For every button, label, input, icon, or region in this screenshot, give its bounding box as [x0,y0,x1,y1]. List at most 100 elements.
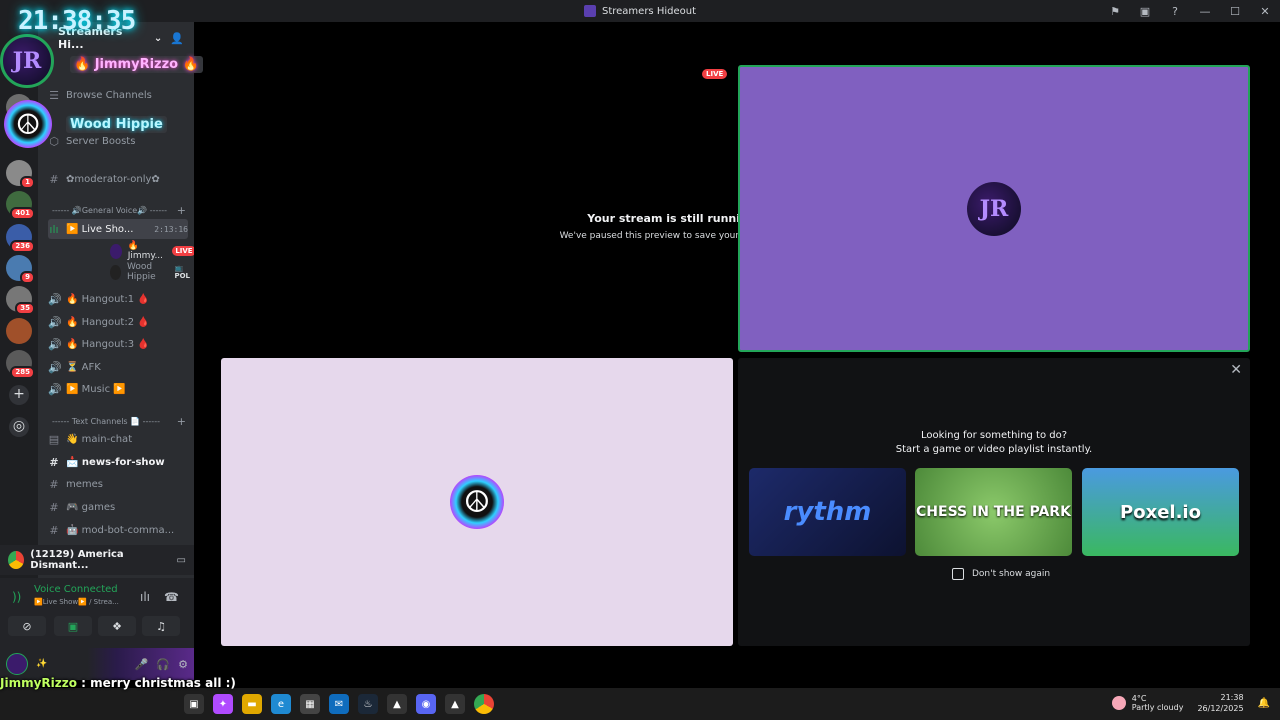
hash-icon: # [49,477,59,491]
hash-icon: # [49,455,59,469]
speaker-name-jimmyrizzo: 🔥 JimmyRizzo 🔥 [70,56,203,73]
speaker-name-wood-hippie: Wood Hippie [66,116,167,133]
category-text-channels[interactable]: ------ Text Channels 📄 ------ + [52,414,186,428]
camera-off-button[interactable]: ⊘ [8,616,46,636]
edge-icon[interactable]: e [271,694,291,714]
voice-channel-hangout2[interactable]: 🔊 🔥 Hangout:2 🩸 [48,312,188,332]
store-icon[interactable]: ▦ [300,694,320,714]
inbox-icon[interactable]: ▣ [1130,5,1160,18]
server-icon[interactable]: 9 [6,255,35,284]
server-icon[interactable]: 236 [6,224,35,253]
task-view-icon[interactable]: ▣ [184,694,204,714]
microphone-icon[interactable]: 🎤 [135,658,149,671]
activity-rythm[interactable]: rythm [749,468,906,556]
add-member-icon[interactable]: 👤 [170,32,184,45]
speaker-icon: 🔊 [48,315,62,329]
jr-logo: JR [967,181,1021,236]
title-bar: Streamers Hideout ⚑ ▣ ? — ☐ ✕ [0,0,1280,22]
dont-show-again[interactable]: Don't show again [952,568,1050,580]
noise-suppression-icon[interactable]: ılı [140,590,150,604]
category-general-voice[interactable]: ------ 🔊General Voice🔊 ------ + [52,203,186,217]
activities-button[interactable]: ❖ [98,616,136,636]
server-icon[interactable]: 35 [6,286,35,315]
add-channel-icon[interactable]: + [177,204,186,217]
flag-icon[interactable]: ⚑ [1100,5,1130,18]
user-name[interactable]: ✨ [36,659,47,669]
video-tile-wood-hippie[interactable]: ☮ [221,358,733,646]
user-avatar[interactable] [6,653,28,675]
steam-icon[interactable]: ♨ [358,694,378,714]
chrome-icon[interactable] [474,694,494,714]
app-icon[interactable]: ▲ [387,694,407,714]
channel-main-chat[interactable]: ▤ 👋 main-chat [48,429,188,449]
voice-channel-hangout3[interactable]: 🔊 🔥 Hangout:3 🩸 [48,334,188,354]
close-button[interactable]: ✕ [1250,5,1280,18]
browse-channels[interactable]: ☰ Browse Channels [48,85,188,105]
add-server-button[interactable]: + [9,385,29,405]
outlook-icon[interactable]: ✉ [329,694,349,714]
hash-icon: # [49,500,59,514]
activity-chess-in-the-park[interactable]: CHESS IN THE PARK [915,468,1072,556]
file-explorer-icon[interactable]: ▬ [242,694,262,714]
screen-share-button[interactable]: ▣ [54,616,92,636]
voice-connection-panel: )) Voice Connected ▶️Live Show▶️ / Strea… [0,578,194,648]
chat-icon: ▤ [48,432,60,446]
voice-channel-path[interactable]: ▶️Live Show▶️ / Strea... [34,598,119,606]
voice-channel-live-show[interactable]: ılı ▶️ Live Sho... 2:13:16 [48,219,188,239]
headphones-icon[interactable]: 🎧 [156,658,170,671]
speaker-icon: 🔊 [48,292,62,306]
notification-bell-icon[interactable]: 🔔 [1258,698,1270,709]
close-icon[interactable]: ✕ [1230,362,1242,378]
channel-news-for-show[interactable]: # 📩 news-for-show [48,452,188,472]
server-icon[interactable]: 1 [6,160,35,189]
notification-badge: 9 [20,271,35,284]
discover-button[interactable]: ◎ [9,417,29,437]
clock[interactable]: 21:38 26/12/2025 [1197,692,1243,714]
screen-off-icon[interactable]: ▭ [177,555,186,566]
server-icon[interactable]: 285 [6,350,35,379]
windows-taskbar: ▣ ✦ ▬ e ▦ ✉ ♨ ▲ ◉ ▲ 4°C Partly cloudy 21:… [0,688,1280,720]
help-icon[interactable]: ? [1160,5,1190,18]
clock-overlay: 21:38:35 [18,6,136,36]
system-tray: 4°C Partly cloudy 21:38 26/12/2025 🔔 [1111,692,1270,714]
settings-gear-icon[interactable]: ⚙ [178,658,188,671]
channel-moderator-only[interactable]: # ✿moderator-only✿ [48,169,188,189]
soundboard-button[interactable]: ♫ [142,616,180,636]
weather-icon [1111,696,1126,710]
voice-channel-afk[interactable]: 🔊 ⏳ AFK [48,357,188,377]
notification-badge: 285 [10,366,35,379]
minimize-button[interactable]: — [1190,5,1220,18]
maximize-button[interactable]: ☐ [1220,5,1250,18]
activity-suggestion-card: ✕ Looking for something to do? Start a g… [738,358,1250,646]
chrome-icon [8,551,25,569]
voice-channel-hangout1[interactable]: 🔊 🔥 Hangout:1 🩸 [48,289,188,309]
weather-widget[interactable]: 4°C Partly cloudy [1111,694,1183,712]
copilot-icon[interactable]: ✦ [213,694,233,714]
channel-memes[interactable]: # memes [48,474,188,494]
voice-user[interactable]: Wood Hippie 📺 POL [110,262,194,282]
window-title: Streamers Hideout [583,5,696,17]
avatar [110,264,121,280]
server-icon[interactable]: 401 [6,191,35,220]
speaker-icon: 🔊 [48,382,62,396]
disconnect-icon[interactable]: ☎ [164,590,179,604]
chat-overlay: JimmyRizzo : merry christmas all :) [0,676,236,690]
server-boosts[interactable]: ⬡ Server Boosts [48,131,188,151]
app-icon[interactable]: ▲ [445,694,465,714]
notification-badge: 401 [10,207,35,220]
avatar [110,243,122,259]
discord-icon[interactable]: ◉ [416,694,436,714]
video-tile-jimmyrizzo[interactable]: JR [738,65,1250,352]
channel-games[interactable]: # 🎮 games [48,497,188,517]
server-icon[interactable] [6,318,32,344]
title-bar-controls: ⚑ ▣ ? — ☐ ✕ [1100,0,1280,22]
add-channel-icon[interactable]: + [177,415,186,428]
signal-icon[interactable]: )) [12,590,21,604]
voice-channel-music[interactable]: 🔊 ▶️ Music ▶️ [48,379,188,399]
channel-mod-bot-commands[interactable]: # 🤖 mod-bot-comma... [48,520,188,540]
activity-status[interactable]: (12129) America Dismant... ▭ [0,545,194,575]
activity-poxel-io[interactable]: Poxel.io [1082,468,1239,556]
voice-activity-icon: ılı [49,222,59,236]
checkbox[interactable] [952,568,964,580]
voice-user[interactable]: 🔥 Jimmy... LIVE [110,241,196,261]
